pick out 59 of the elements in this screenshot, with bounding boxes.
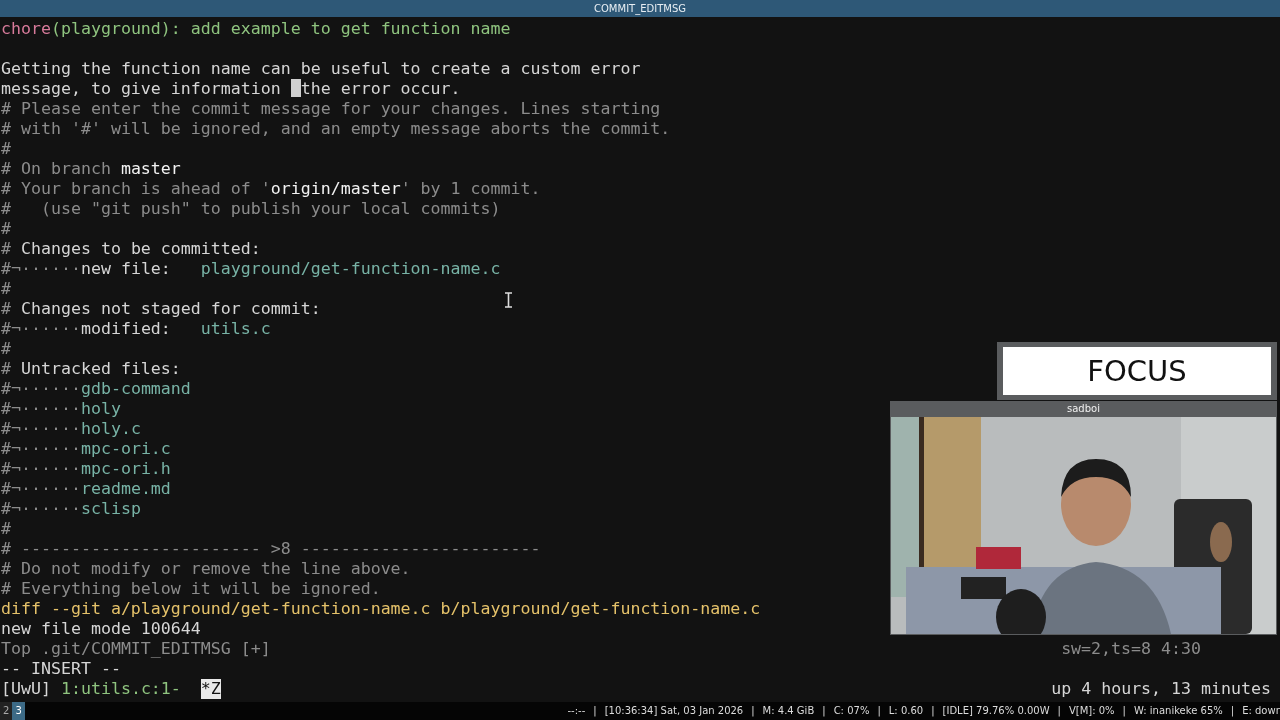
- text-line: message, to give information the error occur.: [1, 79, 461, 98]
- text-line: #¬······modified: utils.c: [1, 319, 271, 338]
- window-title: COMMIT_EDITMSG: [594, 3, 686, 14]
- uptime: up 4 hours, 13 minutes: [1051, 679, 1271, 699]
- text-line: #¬······holy: [1, 399, 121, 418]
- text-line: #¬······new file: playground/get-function-name.c: [1, 259, 501, 278]
- text-line: #¬······holy.c: [1, 419, 141, 438]
- text-line: new file mode 100644: [1, 619, 201, 638]
- text-line: # Your branch is ahead of 'origin/master' by 1 commit.: [1, 179, 541, 198]
- status-line: Top .git/COMMIT_EDITMSG [+]: [1, 639, 271, 659]
- text-line: # On branch master: [1, 159, 181, 178]
- session-name: [UwU]: [1, 679, 52, 699]
- text-line: Getting the function name can be useful to create a custom error: [1, 59, 641, 78]
- status-separator: |: [1230, 704, 1235, 719]
- status-item: [IDLE] 79.76% 0.00W: [942, 704, 1050, 718]
- status-item: --:--: [567, 704, 586, 718]
- text-line: #¬······sclisp: [1, 499, 141, 518]
- text-line: #: [1, 139, 11, 158]
- text-line: # Everything below it will be ignored.: [1, 579, 381, 598]
- status-separator: |: [931, 704, 935, 719]
- status-item: [10:36:34] Sat, 03 Jan 2026: [604, 704, 744, 718]
- status-separator: |: [822, 704, 826, 719]
- ruler: sw=2,ts=8 4:30: [1061, 639, 1201, 659]
- text-line: diff --git a/playground/get-function-name.c b/playground/get-function-name.c: [1, 599, 761, 618]
- status-item: V[M]: 0%: [1068, 704, 1115, 718]
- text-line: #¬······readme.md: [1, 479, 171, 498]
- text-line: chore(playground): add example to get function name: [1, 19, 511, 38]
- text-line: # Please enter the commit message for your changes. Lines starting: [1, 99, 661, 118]
- text-line: # ------------------------ >8 ------------------------: [1, 539, 541, 558]
- text-cursor-icon: [504, 292, 513, 308]
- status-separator: |: [1057, 704, 1061, 719]
- text-line: # Changes not staged for commit:: [1, 299, 321, 318]
- text-line: #¬······mpc-ori.c: [1, 439, 171, 458]
- webcam-title: sadboi: [1067, 403, 1100, 414]
- status-separator: |: [593, 704, 597, 719]
- text-line: # Untracked files:: [1, 359, 181, 378]
- status-item: C: 07%: [833, 704, 870, 718]
- focus-label: FOCUS: [1003, 347, 1271, 395]
- text-line: #¬······mpc-ori.h: [1, 459, 171, 478]
- text-line: # Do not modify or remove the line above.: [1, 559, 411, 578]
- text-line: # with '#' will be ignored, and an empty message aborts the commit.: [1, 119, 671, 138]
- status-separator: |: [877, 704, 881, 719]
- status-separator: |: [1122, 704, 1126, 719]
- text-line: #: [1, 339, 11, 358]
- mode-indicator: -- INSERT --: [1, 659, 121, 678]
- workspace-tab[interactable]: 3: [12, 702, 25, 720]
- workspace-tab[interactable]: 2: [0, 702, 13, 720]
- text-line: # Changes to be committed:: [1, 239, 261, 258]
- tmux-window: 1:utils.c:1-: [60, 679, 181, 699]
- text-line: # (use "git push" to publish your local commits): [1, 199, 501, 218]
- status-item: W: inanikeke 65%: [1133, 704, 1223, 718]
- status-item: M: 4.4 GiB: [762, 704, 815, 718]
- text-line: #: [1, 519, 11, 538]
- status-separator: |: [751, 704, 755, 719]
- text-line: #: [1, 279, 11, 298]
- text-line: #¬······gdb-command: [1, 379, 191, 398]
- text-line: #: [1, 219, 11, 238]
- status-item: L: 0.60: [888, 704, 924, 718]
- window-flag: *Z: [200, 679, 221, 699]
